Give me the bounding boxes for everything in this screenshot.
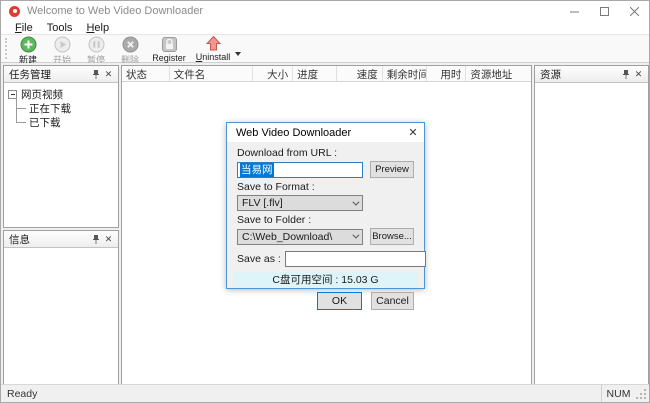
dialog-body: Download from URL : 当易网 Preview Save to … [227, 142, 424, 310]
uninstall-button[interactable]: Uninstall [191, 34, 235, 62]
preview-button[interactable]: Preview [370, 161, 414, 178]
maximize-button[interactable] [589, 1, 619, 21]
app-window: Welcome to Web Video Downloader File Too… [0, 0, 650, 403]
cancel-button[interactable]: Cancel [371, 292, 414, 310]
url-label: Download from URL : [237, 147, 414, 159]
new-icon [20, 36, 37, 53]
info-panel-title: 信息 [9, 232, 89, 247]
resize-grip[interactable] [635, 385, 649, 402]
info-panel-body [4, 248, 118, 384]
window-controls [559, 1, 649, 21]
minimize-button[interactable] [559, 1, 589, 21]
tree-item-downloaded[interactable]: 已下载 [16, 115, 116, 129]
dialog-titlebar: Web Video Downloader ✕ [227, 123, 424, 142]
resources-panel-title: 资源 [540, 67, 619, 82]
start-button[interactable]: 开始 [45, 35, 79, 62]
status-text: Ready [1, 388, 601, 400]
task-manager-title: 任务管理 [9, 67, 89, 82]
pin-icon[interactable] [619, 68, 632, 81]
menubar: File Tools Help [1, 21, 649, 34]
tree-item-downloading[interactable]: 正在下载 [16, 101, 116, 115]
format-select[interactable]: FLV [.flv] [237, 195, 363, 211]
resources-panel: 资源 ✕ [534, 65, 649, 385]
format-selected-value: FLV [.flv] [242, 197, 352, 209]
toolbar-gripper [5, 38, 9, 59]
register-lock-icon [161, 36, 178, 53]
info-panel-header: 信息 ✕ [4, 231, 118, 248]
register-button[interactable]: Register [147, 35, 191, 62]
menu-help[interactable]: Help [79, 22, 116, 34]
download-list-header: 状态 文件名 大小 进度 速度 剩余时间 用时 资源地址 [122, 66, 531, 82]
pin-icon[interactable] [89, 68, 102, 81]
url-input-selected-text: 当易网 [240, 162, 274, 177]
folder-select[interactable]: C:\Web_Download\ [237, 229, 363, 245]
column-elapsed[interactable]: 用时 [427, 66, 467, 81]
titlebar: Welcome to Web Video Downloader [1, 1, 649, 21]
pin-icon[interactable] [89, 233, 102, 246]
column-filename[interactable]: 文件名 [170, 66, 254, 81]
close-button[interactable] [619, 1, 649, 21]
folder-selected-value: C:\Web_Download\ [242, 231, 352, 243]
browse-button[interactable]: Browse... [370, 228, 414, 245]
saveas-input[interactable] [285, 251, 426, 267]
chevron-down-icon [352, 198, 359, 205]
uninstall-arrow-icon [205, 35, 222, 52]
column-status[interactable]: 状态 [122, 66, 170, 81]
toolbar: 新建 开始 暂停 [1, 34, 649, 63]
delete-icon [122, 36, 139, 53]
column-progress[interactable]: 进度 [293, 66, 337, 81]
new-task-button[interactable]: 新建 [11, 35, 45, 62]
close-panel-icon[interactable]: ✕ [632, 68, 645, 81]
ok-button[interactable]: OK [317, 292, 362, 310]
tree-root-label[interactable]: 网页视频 [21, 87, 63, 102]
column-time-left[interactable]: 剩余时间 [383, 66, 427, 81]
column-speed[interactable]: 速度 [337, 66, 383, 81]
url-input[interactable]: 当易网 [237, 162, 363, 178]
num-lock-indicator: NUM [601, 385, 635, 402]
menu-tools[interactable]: Tools [40, 22, 80, 34]
uninstall-group: Uninstall [191, 35, 241, 62]
task-manager-header: 任务管理 ✕ [4, 66, 118, 83]
resources-panel-header: 资源 ✕ [535, 66, 648, 83]
format-label: Save to Format : [237, 181, 414, 193]
menu-file[interactable]: File [8, 22, 40, 34]
start-icon [54, 36, 71, 53]
close-panel-icon[interactable]: ✕ [102, 233, 115, 246]
dialog-title: Web Video Downloader [236, 127, 402, 139]
close-panel-icon[interactable]: ✕ [102, 68, 115, 81]
uninstall-dropdown-caret[interactable] [235, 52, 241, 56]
column-size[interactable]: 大小 [253, 66, 293, 81]
folder-label: Save to Folder : [237, 214, 414, 226]
dialog-close-icon[interactable]: ✕ [402, 123, 424, 142]
app-icon [9, 6, 20, 17]
task-manager-panel: 任务管理 ✕ 网页视频 正在下载 [3, 65, 119, 228]
task-tree: 网页视频 正在下载 已下载 [4, 83, 118, 227]
statusbar: Ready NUM [1, 384, 649, 402]
pause-button[interactable]: 暂停 [79, 35, 113, 62]
window-title: Welcome to Web Video Downloader [27, 5, 559, 17]
column-url[interactable]: 资源地址 [466, 66, 531, 81]
chevron-down-icon [352, 232, 359, 239]
pause-icon [88, 36, 105, 53]
info-panel: 信息 ✕ [3, 230, 119, 385]
saveas-label: Save as : [237, 253, 285, 265]
download-dialog: Web Video Downloader ✕ Download from URL… [226, 122, 425, 289]
resources-panel-body [535, 83, 648, 384]
delete-button[interactable]: 删除 [113, 35, 147, 62]
disk-space-info: C盘可用空间 : 15.03 G [233, 272, 418, 287]
